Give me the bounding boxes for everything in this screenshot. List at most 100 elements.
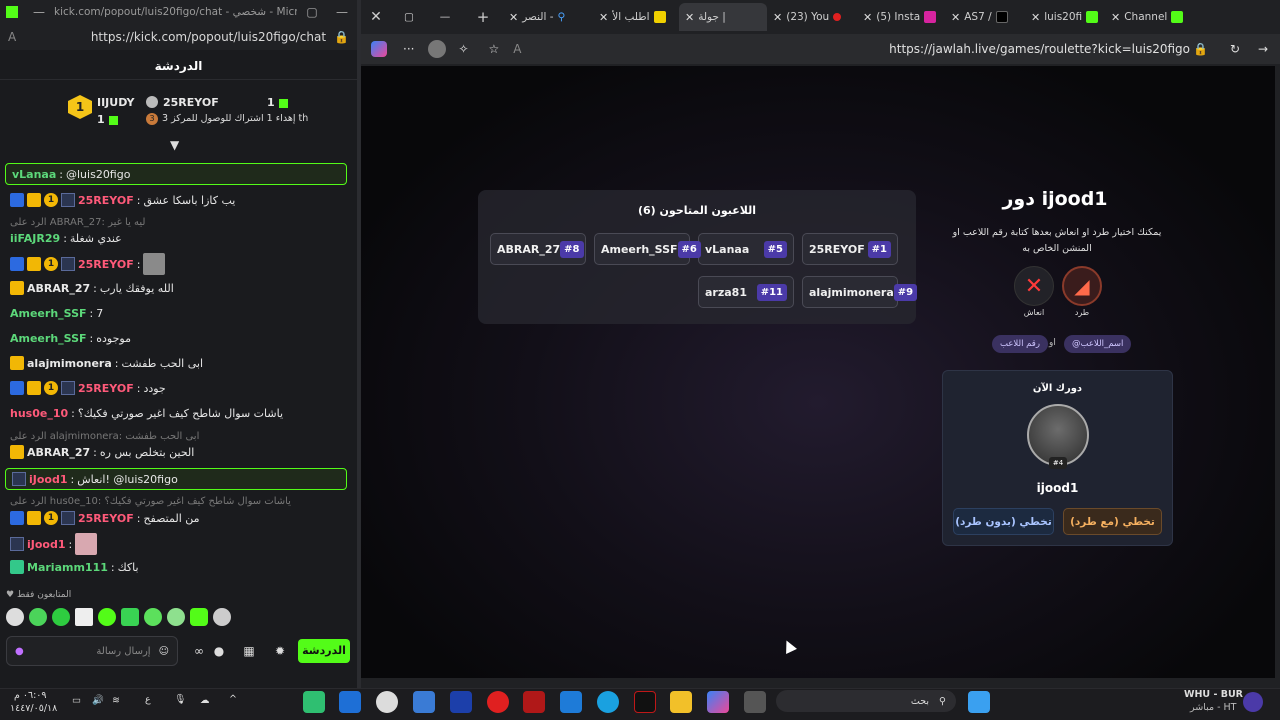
chat-message-input[interactable]: ● إرسال رسالة ☺	[6, 636, 178, 666]
tab-channel[interactable]: ✕ Channel	[1105, 3, 1195, 31]
store-icon[interactable]: ▦	[242, 644, 256, 658]
chat-username[interactable]: 25REYOF	[78, 258, 134, 271]
emote-icon[interactable]	[75, 608, 93, 626]
emote-icon[interactable]	[167, 608, 185, 626]
emote-icon[interactable]	[6, 608, 24, 626]
chat-username[interactable]: Ameerh_SSF	[10, 332, 87, 345]
skip-with-kick-button[interactable]: تخطي (مع طرد)	[1063, 508, 1162, 535]
tab-close-icon[interactable]: ✕	[599, 11, 608, 24]
new-tab-button[interactable]: +	[463, 3, 503, 31]
text-size-icon[interactable]: A	[8, 30, 16, 44]
chat-username[interactable]: 25REYOF	[78, 382, 134, 395]
chat-username[interactable]: alajmimonera	[27, 357, 112, 370]
clock-date[interactable]: ١٤٤٧/٠٥/١٨	[10, 703, 57, 714]
infinity-icon[interactable]: ∞	[192, 644, 206, 658]
outlook-icon[interactable]	[339, 691, 361, 713]
mcafee-icon[interactable]	[523, 691, 545, 713]
close-icon[interactable]: —	[327, 5, 357, 19]
player-chip[interactable]: 25REYOF #1	[802, 233, 898, 265]
l-app-icon[interactable]	[450, 691, 472, 713]
copilot-app-icon[interactable]	[707, 691, 729, 713]
chat-username[interactable]: vLanaa	[12, 168, 56, 181]
kick-action-button[interactable]: ◢	[1062, 266, 1102, 306]
chat-username[interactable]: iiFAJR29	[10, 232, 60, 245]
tab-close-icon[interactable]: ✕	[1111, 11, 1120, 24]
tab-jawlah[interactable]: ✕ جولة |	[679, 3, 767, 31]
chat-url-bar[interactable]: A https://kick.com/popout/luis20figo/cha…	[0, 24, 357, 50]
chat-username[interactable]: iJood1	[27, 538, 66, 551]
browser-address-bar[interactable]: ··· ✧ ☆ A https://jawlah.live/games/roul…	[361, 34, 1280, 64]
edge-icon[interactable]	[597, 691, 619, 713]
maximize-icon[interactable]: ▢	[297, 5, 327, 19]
netflix-icon[interactable]	[634, 691, 656, 713]
youtube-app-icon[interactable]	[487, 691, 509, 713]
emote-icon[interactable]	[98, 608, 116, 626]
chat-username[interactable]: ABRAR_27	[27, 446, 90, 459]
task-view-icon[interactable]	[744, 691, 766, 713]
match-score[interactable]: WHU - BUR	[1184, 689, 1243, 700]
emote-icon[interactable]	[213, 608, 231, 626]
more-icon[interactable]: ···	[403, 42, 414, 56]
chat-username[interactable]: ABRAR_27	[27, 282, 90, 295]
tab-h[interactable]: ✕ اطلب الأ	[593, 3, 679, 31]
app-icon[interactable]	[303, 691, 325, 713]
emoji-icon[interactable]: ☺	[159, 646, 169, 657]
chat-username[interactable]: Ameerh_SSF	[10, 307, 87, 320]
tab-close-icon[interactable]: ✕	[863, 11, 872, 24]
tab-youtube[interactable]: ✕ (23) You	[767, 3, 857, 31]
player-chip[interactable]: vLanaa #5	[698, 233, 794, 265]
language-indicator[interactable]: ع	[145, 694, 151, 705]
microphone-tray-icon[interactable]: 🎙	[174, 694, 186, 705]
store-app-icon[interactable]	[560, 691, 582, 713]
favorites-icon[interactable]: ✧	[458, 42, 468, 56]
tab-close-icon[interactable]: ✕	[685, 11, 694, 24]
chat-username[interactable]: hus0e_10	[10, 407, 68, 420]
taskbar-search[interactable]: بحث ⚲	[776, 690, 956, 712]
read-aloud-icon[interactable]: A	[513, 42, 521, 56]
maximize-icon[interactable]: ▢	[391, 3, 427, 31]
revive-action-button[interactable]: ✕	[1014, 266, 1054, 306]
clock-time[interactable]: ٠٦:٠٩ م	[14, 690, 47, 701]
chevron-up-icon[interactable]: ^	[229, 694, 237, 705]
refresh-icon[interactable]: ↻	[1230, 42, 1240, 56]
chat-send-button[interactable]: الدردشة	[298, 639, 350, 663]
copilot-icon[interactable]	[371, 41, 387, 57]
emote-icon[interactable]	[52, 608, 70, 626]
chat-username[interactable]: 25REYOF	[78, 512, 134, 525]
users-icon[interactable]: ●	[212, 644, 226, 658]
player-chip[interactable]: ABRAR_27 #8	[490, 233, 586, 265]
tab-close-icon[interactable]: ✕	[1031, 11, 1040, 24]
emote-icon[interactable]	[190, 608, 208, 626]
tab-close-icon[interactable]: ✕	[509, 11, 518, 24]
tab-luis20figo[interactable]: ✕ luis20fi	[1025, 3, 1105, 31]
minimize-icon[interactable]: —	[427, 3, 463, 31]
tab-close-icon[interactable]: ✕	[773, 11, 782, 24]
chrome-icon[interactable]	[376, 691, 398, 713]
tab-close-icon[interactable]: ✕	[951, 11, 960, 24]
forward-icon[interactable]: →	[1258, 42, 1268, 56]
premier-league-icon[interactable]	[1243, 692, 1263, 712]
volume-icon[interactable]: 🔊	[92, 695, 104, 706]
emote-icon[interactable]	[29, 608, 47, 626]
profile-icon[interactable]	[428, 40, 447, 58]
mail-icon[interactable]	[413, 691, 435, 713]
player-chip[interactable]: alajmimonera #9	[802, 276, 918, 308]
tab-x[interactable]: ✕ AS7 /	[945, 3, 1025, 31]
folder-icon[interactable]	[670, 691, 692, 713]
close-window-icon[interactable]: ✕	[361, 3, 391, 31]
emote-icon[interactable]	[144, 608, 162, 626]
player-chip[interactable]: arza81 #11	[698, 276, 794, 308]
battery-icon[interactable]: ▭	[72, 695, 81, 706]
cloud-icon[interactable]: ☁	[200, 695, 210, 706]
minimize-icon[interactable]: —	[24, 5, 54, 19]
emote-icon[interactable]	[121, 608, 139, 626]
chat-username[interactable]: Mariamm111	[27, 561, 108, 574]
windows-start-icon[interactable]	[968, 691, 990, 713]
gear-icon[interactable]: ✹	[273, 644, 287, 658]
player-chip[interactable]: Ameerh_SSF #6	[594, 233, 701, 265]
tab-instagram[interactable]: ✕ (5) Insta	[857, 3, 945, 31]
chat-username[interactable]: iJood1	[29, 473, 68, 486]
wifi-icon[interactable]: ≋	[112, 695, 120, 706]
star-icon[interactable]: ☆	[489, 42, 500, 56]
tab-search[interactable]: ✕ النصر - ⚲	[503, 3, 593, 31]
